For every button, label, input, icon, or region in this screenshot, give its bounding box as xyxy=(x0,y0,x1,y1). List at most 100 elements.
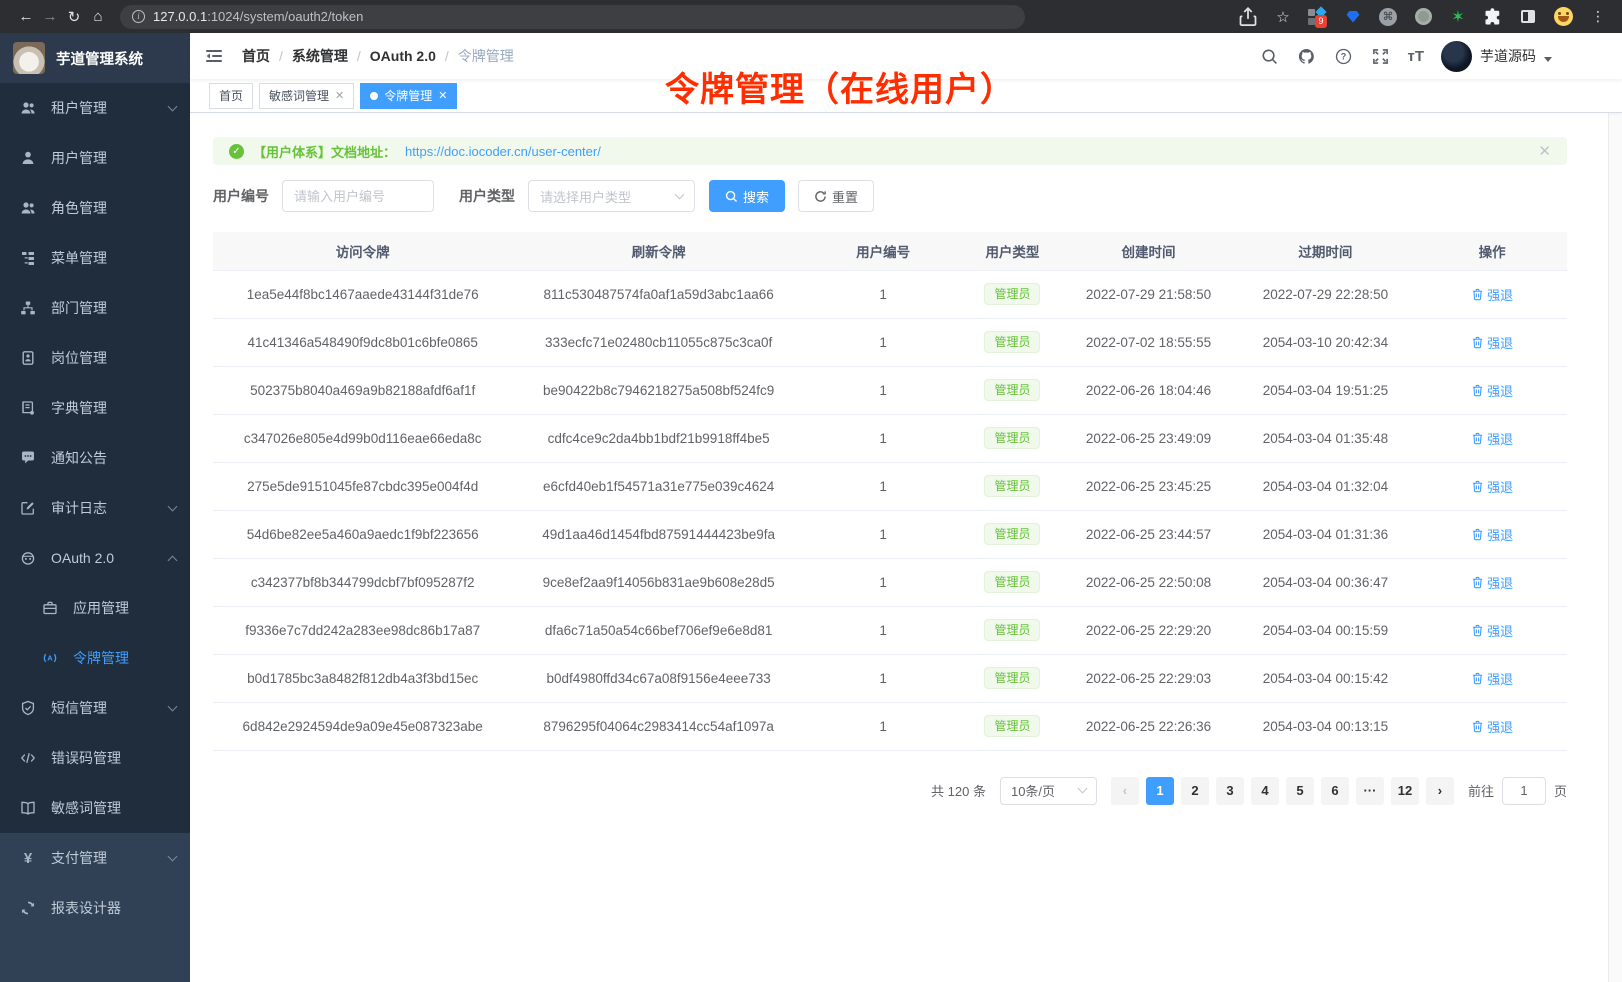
sidebar-item-oauth[interactable]: OAuth 2.0 xyxy=(0,533,190,583)
puzzle-extensions-icon[interactable] xyxy=(1483,7,1503,27)
cell-refresh-token: e6cfd40eb1f54571a31e775e039c4624 xyxy=(512,462,805,510)
cell-refresh-token: 49d1aa46d1454fbd87591444423be9fa xyxy=(512,510,805,558)
sidebar-item-label: 租户管理 xyxy=(51,98,107,118)
profile-emoji-icon[interactable] xyxy=(1553,7,1573,27)
force-logout-button[interactable]: 强退 xyxy=(1471,333,1513,352)
force-logout-button[interactable]: 强退 xyxy=(1471,621,1513,640)
tab-token[interactable]: 令牌管理 ✕ xyxy=(360,83,457,109)
sidebar-item-oauth-token[interactable]: A 令牌管理 xyxy=(0,633,190,683)
username: 芋道源码 xyxy=(1480,46,1536,66)
browser-forward-icon[interactable]: → xyxy=(38,5,62,29)
pager-more[interactable]: ··· xyxy=(1356,777,1384,805)
sidebar-item-user[interactable]: 用户管理 xyxy=(0,133,190,183)
col-actions: 操作 xyxy=(1417,232,1567,270)
user-type-tag: 管理员 xyxy=(984,475,1040,497)
user-menu[interactable]: 芋道源码 xyxy=(1441,41,1552,72)
close-icon[interactable]: ✕ xyxy=(335,89,344,102)
pager-prev[interactable]: ‹ xyxy=(1111,777,1139,805)
side-panel-icon[interactable] xyxy=(1518,7,1538,27)
bookmark-star-icon[interactable]: ☆ xyxy=(1273,7,1293,27)
breadcrumb-system[interactable]: 系统管理 xyxy=(292,46,348,66)
dot-extension-icon[interactable] xyxy=(1413,7,1433,27)
sidebar-item-tenant[interactable]: 租户管理 xyxy=(0,83,190,133)
force-logout-button[interactable]: 强退 xyxy=(1471,573,1513,592)
page-scrollbar[interactable] xyxy=(1608,33,1622,982)
font-size-icon[interactable]: тT xyxy=(1407,48,1424,65)
user-id-input[interactable] xyxy=(282,180,434,212)
doc-link[interactable]: https://doc.iocoder.cn/user-center/ xyxy=(405,144,601,159)
cell-access-token: 6d842e2924594de9a09e45e087323abe xyxy=(213,702,512,750)
sidebar-item-sensitive-word[interactable]: 敏感词管理 xyxy=(0,783,190,833)
sidebar-item-dept[interactable]: 部门管理 xyxy=(0,283,190,333)
tab-sensitive-word[interactable]: 敏感词管理 ✕ xyxy=(259,83,354,109)
user-type-select[interactable]: 请选择用户类型 xyxy=(528,180,695,212)
pager-page-1[interactable]: 1 xyxy=(1146,777,1174,805)
star-extension-icon[interactable]: ✶ xyxy=(1448,7,1468,27)
sidebar-toggle-icon[interactable] xyxy=(205,46,225,66)
sidebar-item-audit-log[interactable]: 审计日志 xyxy=(0,483,190,533)
app-logo[interactable]: 芋道管理系统 xyxy=(0,33,190,83)
goto-page-input[interactable] xyxy=(1502,777,1546,805)
github-icon[interactable] xyxy=(1296,46,1316,66)
force-logout-button[interactable]: 强退 xyxy=(1471,525,1513,544)
user-type-tag: 管理员 xyxy=(984,667,1040,689)
pager-page-5[interactable]: 5 xyxy=(1286,777,1314,805)
cell-created-time: 2022-06-25 22:50:08 xyxy=(1063,558,1233,606)
page-size-select[interactable]: 10条/页 xyxy=(1000,777,1097,805)
fullscreen-icon[interactable] xyxy=(1370,46,1390,66)
cell-refresh-token: be90422b8c7946218275a508bf524fc9 xyxy=(512,366,805,414)
sidebar-item-oauth-app[interactable]: 应用管理 xyxy=(0,583,190,633)
sidebar-item-report-designer[interactable]: 报表设计器 xyxy=(0,883,190,933)
address-bar[interactable]: i 127.0.0.1:1024/system/oauth2/token xyxy=(120,5,1025,29)
force-logout-button[interactable]: 强退 xyxy=(1471,429,1513,448)
force-logout-button[interactable]: 强退 xyxy=(1471,717,1513,736)
reset-button[interactable]: 重置 xyxy=(798,180,874,212)
header-search-icon[interactable] xyxy=(1259,46,1279,66)
alert-close-icon[interactable]: ✕ xyxy=(1538,142,1551,160)
search-button[interactable]: 搜索 xyxy=(709,180,785,212)
user-type-tag: 管理员 xyxy=(984,619,1040,641)
breadcrumb-oauth[interactable]: OAuth 2.0 xyxy=(370,48,436,64)
breadcrumb-home[interactable]: 首页 xyxy=(242,46,270,66)
sidebar-item-label: 菜单管理 xyxy=(51,248,107,268)
cell-access-token: 275e5de9151045fe87cbdc395e004f4d xyxy=(213,462,512,510)
force-logout-label: 强退 xyxy=(1487,621,1513,640)
gem-extension-icon[interactable] xyxy=(1343,7,1363,27)
sidebar-item-post[interactable]: 岗位管理 xyxy=(0,333,190,383)
close-icon[interactable]: ✕ xyxy=(438,89,447,102)
pager-page-6[interactable]: 6 xyxy=(1321,777,1349,805)
pager-page-2[interactable]: 2 xyxy=(1181,777,1209,805)
tab-home[interactable]: 首页 xyxy=(209,83,253,109)
sidebar-item-dict[interactable]: 字典管理 xyxy=(0,383,190,433)
force-logout-button[interactable]: 强退 xyxy=(1471,285,1513,304)
share-icon[interactable] xyxy=(1238,7,1258,27)
cell-created-time: 2022-06-26 18:04:46 xyxy=(1063,366,1233,414)
browser-reload-icon[interactable]: ↻ xyxy=(62,5,86,29)
force-logout-button[interactable]: 强退 xyxy=(1471,669,1513,688)
force-logout-button[interactable]: 强退 xyxy=(1471,381,1513,400)
table-row: b0d1785bc3a8482f812db4a3f3bd15ec b0df498… xyxy=(213,654,1567,702)
browser-back-icon[interactable]: ← xyxy=(14,5,38,29)
command-extension-icon[interactable]: ⌘ xyxy=(1378,7,1398,27)
browser-home-icon[interactable]: ⌂ xyxy=(86,5,110,29)
sidebar-item-role[interactable]: 角色管理 xyxy=(0,183,190,233)
browser-menu-kebab-icon[interactable]: ⋮ xyxy=(1588,7,1608,27)
pager-page-12[interactable]: 12 xyxy=(1391,777,1419,805)
sidebar-item-pay[interactable]: ¥ 支付管理 xyxy=(0,833,190,883)
sidebar-item-error-code[interactable]: 错误码管理 xyxy=(0,733,190,783)
force-logout-button[interactable]: 强退 xyxy=(1471,477,1513,496)
cell-expire-time: 2054-03-04 19:51:25 xyxy=(1234,366,1418,414)
extension-badge-icon[interactable]: 9 xyxy=(1308,7,1328,27)
sidebar-item-notice[interactable]: 通知公告 xyxy=(0,433,190,483)
user-type-tag: 管理员 xyxy=(984,283,1040,305)
pager-page-3[interactable]: 3 xyxy=(1216,777,1244,805)
token-broadcast-icon: A xyxy=(42,650,58,666)
pager-next[interactable]: › xyxy=(1426,777,1454,805)
pager-page-4[interactable]: 4 xyxy=(1251,777,1279,805)
sidebar-item-sms[interactable]: 短信管理 xyxy=(0,683,190,733)
trash-icon xyxy=(1471,576,1484,589)
svg-text:?: ? xyxy=(1341,51,1346,61)
site-info-icon[interactable]: i xyxy=(132,10,145,23)
sidebar-item-menu[interactable]: 菜单管理 xyxy=(0,233,190,283)
help-icon[interactable]: ? xyxy=(1333,46,1353,66)
